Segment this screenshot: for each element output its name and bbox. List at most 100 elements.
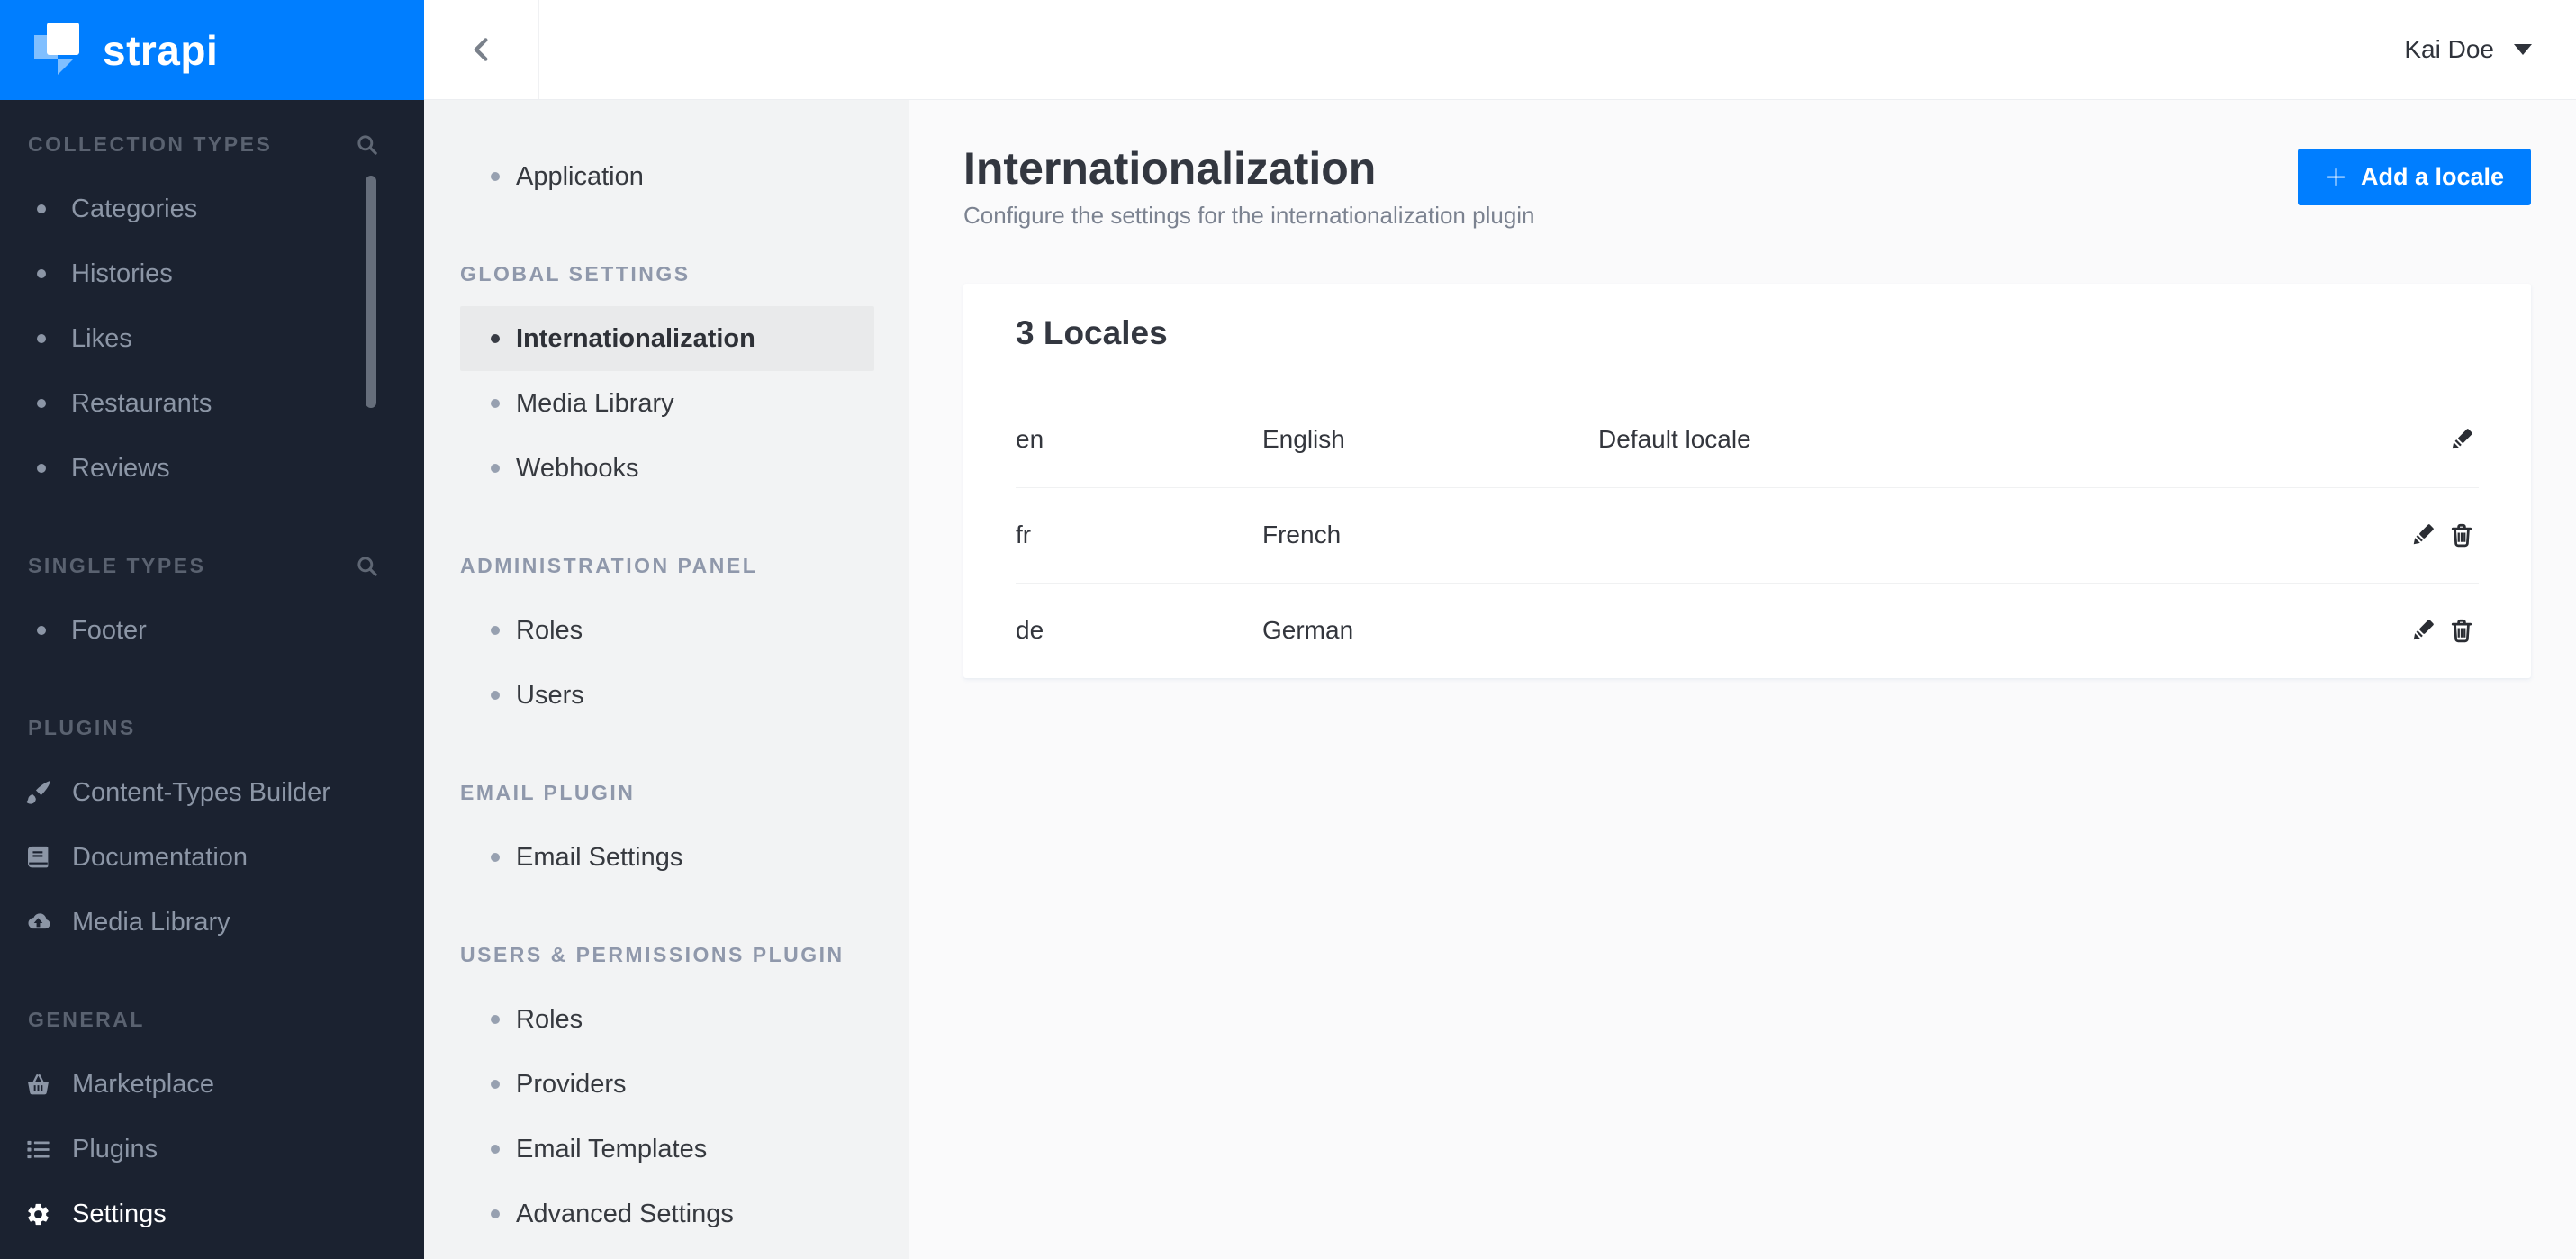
settings-nav-header-email-plugin: EMAIL PLUGIN xyxy=(460,780,636,804)
bullet-icon xyxy=(491,691,500,700)
pencil-icon xyxy=(2410,523,2435,548)
bullet-icon xyxy=(491,1015,500,1024)
page-subtitle: Configure the settings for the internati… xyxy=(963,202,1535,229)
basket-icon xyxy=(26,1073,50,1096)
bullet-icon xyxy=(37,464,46,473)
section-label-general: GENERAL xyxy=(28,1007,145,1031)
section-single-types: SINGLE TYPES Footer xyxy=(0,533,424,663)
bullet-icon xyxy=(491,1080,500,1089)
bullet-icon xyxy=(491,1209,500,1218)
locale-code: de xyxy=(1016,616,1044,644)
settings-nav-header-global-settings: GLOBAL SETTINGS xyxy=(460,261,691,285)
locale-row-en[interactable]: en English Default locale xyxy=(963,392,2531,487)
bullet-icon xyxy=(491,853,500,862)
settings-nav-header-users-permissions-plugin: USERS & PERMISSIONS PLUGIN xyxy=(460,942,845,966)
sidebar-item-documentation[interactable]: Documentation xyxy=(0,825,424,890)
edit-locale-button[interactable] xyxy=(2409,521,2436,548)
section-label-collection-types: COLLECTION TYPES xyxy=(28,131,273,156)
paintbrush-icon xyxy=(26,780,50,804)
settings-nav-email-templates[interactable]: Email Templates xyxy=(460,1117,874,1182)
section-general: GENERAL Marketplace Plugins Settings xyxy=(0,987,424,1246)
main-sidebar: strapi COLLECTION TYPES Categories Histo… xyxy=(0,0,424,1259)
chevron-left-icon xyxy=(468,31,495,68)
settings-nav-media-library[interactable]: Media Library xyxy=(460,371,874,436)
locale-name: French xyxy=(1262,521,1342,548)
strapi-logo-icon xyxy=(34,22,79,75)
search-icon[interactable] xyxy=(355,132,379,157)
sidebar-menu: COLLECTION TYPES Categories Histories Li… xyxy=(0,100,424,1246)
sidebar-scrollbar-thumb[interactable] xyxy=(366,176,376,408)
settings-nav-webhooks[interactable]: Webhooks xyxy=(460,436,874,501)
locale-row-fr[interactable]: fr French xyxy=(963,487,2531,583)
page-title: Internationalization xyxy=(963,143,1377,194)
settings-nav-admin-roles[interactable]: Roles xyxy=(460,598,874,663)
sidebar-item-settings[interactable]: Settings xyxy=(0,1182,424,1246)
locale-default-badge: Default locale xyxy=(1598,425,1751,453)
delete-locale-button[interactable] xyxy=(2448,617,2475,644)
list-icon xyxy=(27,1140,50,1158)
sidebar-item-histories[interactable]: Histories xyxy=(0,241,424,306)
settings-nav-advanced-settings[interactable]: Advanced Settings xyxy=(460,1182,874,1246)
edit-locale-button[interactable] xyxy=(2448,426,2475,453)
user-menu[interactable]: Kai Doe xyxy=(2404,35,2532,64)
main-content: Internationalization Configure the setti… xyxy=(909,100,2576,1259)
settings-nav-header-administration-panel: ADMINISTRATION PANEL xyxy=(460,553,758,577)
locale-name: German xyxy=(1262,616,1354,644)
strapi-logo[interactable]: strapi xyxy=(0,0,424,100)
edit-locale-button[interactable] xyxy=(2409,617,2436,644)
bullet-icon xyxy=(491,334,500,343)
locales-card-title: 3 Locales xyxy=(1016,314,1168,351)
delete-locale-button[interactable] xyxy=(2448,521,2475,548)
pencil-icon xyxy=(2410,619,2435,643)
bullet-icon xyxy=(491,1145,500,1154)
bullet-icon xyxy=(37,269,46,278)
bullet-icon xyxy=(37,399,46,408)
book-icon xyxy=(28,846,49,867)
section-label-single-types: SINGLE TYPES xyxy=(28,553,206,577)
settings-nav-email-settings[interactable]: Email Settings xyxy=(460,825,874,890)
gear-icon xyxy=(28,1203,49,1225)
section-plugins: PLUGINS Content-Types Builder Documentat… xyxy=(0,695,424,955)
locales-card: 3 Locales en English Default locale fr F… xyxy=(963,284,2531,678)
bullet-icon xyxy=(491,399,500,408)
pencil-icon xyxy=(2449,428,2473,452)
plus-icon xyxy=(2327,168,2346,186)
add-locale-button[interactable]: Add a locale xyxy=(2297,149,2531,205)
bullet-icon xyxy=(37,334,46,343)
cloud-upload-icon xyxy=(28,912,50,928)
settings-nav-admin-users[interactable]: Users xyxy=(460,663,874,728)
top-bar: Kai Doe xyxy=(424,0,2576,100)
sidebar-item-categories[interactable]: Categories xyxy=(0,177,424,241)
section-label-plugins: PLUGINS xyxy=(28,715,136,739)
settings-nav-internationalization[interactable]: Internationalization xyxy=(460,306,874,371)
trash-icon xyxy=(2451,619,2472,643)
bullet-icon xyxy=(37,204,46,213)
section-collection-types: COLLECTION TYPES Categories Histories Li… xyxy=(0,112,424,501)
locale-name: English xyxy=(1262,425,1345,453)
bullet-icon xyxy=(37,626,46,635)
locale-code: en xyxy=(1016,425,1044,453)
settings-nav-application[interactable]: Application xyxy=(460,144,874,209)
caret-down-icon xyxy=(2514,44,2532,55)
sidebar-item-plugins[interactable]: Plugins xyxy=(0,1117,424,1182)
sidebar-item-footer[interactable]: Footer xyxy=(0,598,424,663)
sidebar-item-restaurants[interactable]: Restaurants xyxy=(0,371,424,436)
back-button[interactable] xyxy=(424,0,539,99)
bullet-icon xyxy=(491,172,500,181)
sidebar-item-content-types-builder[interactable]: Content-Types Builder xyxy=(0,760,424,825)
settings-nav-providers[interactable]: Providers xyxy=(460,1052,874,1117)
settings-nav-up-roles[interactable]: Roles xyxy=(460,987,874,1052)
locale-code: fr xyxy=(1016,521,1032,548)
bullet-icon xyxy=(491,464,500,473)
sidebar-item-reviews[interactable]: Reviews xyxy=(0,436,424,501)
sidebar-item-media-library[interactable]: Media Library xyxy=(0,890,424,955)
trash-icon xyxy=(2451,523,2472,548)
bullet-icon xyxy=(491,626,500,635)
sidebar-item-marketplace[interactable]: Marketplace xyxy=(0,1052,424,1117)
search-icon[interactable] xyxy=(355,554,379,578)
settings-subnav: Application GLOBAL SETTINGS Internationa… xyxy=(424,100,909,1259)
sidebar-item-likes[interactable]: Likes xyxy=(0,306,424,371)
strapi-logo-text: strapi xyxy=(103,26,219,74)
user-name: Kai Doe xyxy=(2404,35,2494,63)
locale-row-de[interactable]: de German xyxy=(963,583,2531,678)
